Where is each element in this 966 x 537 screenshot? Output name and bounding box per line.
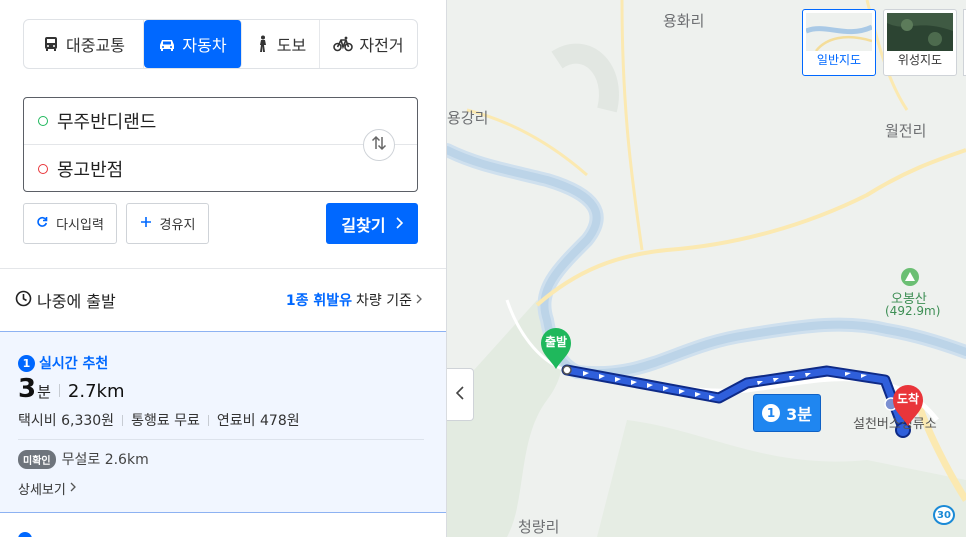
origin-marker-icon [38,116,48,126]
map-type-normal-button[interactable]: 일반지도 [802,9,876,76]
depart-later-button[interactable]: 나중에 출발 [15,288,116,312]
vehicle-type: 1종 휘발유 [285,293,353,309]
swap-button[interactable] [363,129,395,161]
collapse-panel-button[interactable] [447,368,474,421]
taxi-fare: 택시비 6,330원 [18,413,115,429]
map-label-woljeon: 월전리 [885,122,927,140]
unverified-badge: 미확인 [18,449,56,469]
recommend-label: 실시간 추천 [39,356,109,372]
divider [58,384,60,397]
search-route-button[interactable]: 길찾기 [326,203,418,244]
fuel-cost: 연료비 478원 [216,413,300,429]
route-rank-badge: 1 [762,404,781,422]
cost-summary: 택시비 6,330원 통행료 무료 연료비 478원 [18,410,300,430]
route-result-card[interactable]: 1 실시간 추천 3 분 2.7km 택시비 6,330원 통행료 무료 연료비… [0,331,446,513]
tab-public-transit[interactable]: 대중교통 [24,20,144,68]
map-label-obongsan-height: (492.9m) [885,304,941,318]
search-label: 길찾기 [341,215,386,235]
start-pin[interactable]: 출발 [539,326,573,370]
tab-label: 자전거 [359,36,404,55]
travel-time: 3 [18,374,37,404]
travel-summary: 3 분 2.7km [18,374,125,404]
vehicle-suffix: 차량 기준 [356,293,412,309]
divider [207,414,209,426]
tab-label: 대중교통 [66,36,125,55]
toll-fee: 통행료 무료 [131,413,200,429]
swap-arrows-icon [370,135,388,155]
road-info: 미확인 무설로 2.6km [18,449,149,469]
tab-label: 자동차 [182,36,227,55]
tab-walk[interactable]: 도보 [242,20,320,68]
map-canvas [447,0,966,537]
bicycle-icon [333,36,354,52]
detail-link[interactable]: 상세보기 [18,479,76,498]
tab-car[interactable]: 자동차 [144,20,242,68]
chevron-right-icon [70,481,76,496]
reset-button[interactable]: 다시입력 [23,203,117,244]
destination-marker-icon [38,163,48,174]
route-time-badge[interactable]: 1 3분 [753,394,821,432]
map-type-satellite-label: 위성지도 [897,53,943,67]
end-pin-label: 도착 [896,392,920,406]
chevron-right-icon [416,292,422,308]
rank-badge: 1 [18,354,35,372]
map-label-yonghwa: 용화리 [663,12,705,30]
travel-distance: 2.7km [67,381,125,402]
next-result-rank-badge [18,532,32,537]
divider [18,439,424,440]
destination-field[interactable]: 몽고반점 [24,145,417,192]
vehicle-setting-link[interactable]: 1종 휘발유 차량 기준 [286,290,422,310]
route-30-shield: 30 [933,505,955,525]
car-icon [158,35,176,53]
bus-icon [42,35,60,53]
divider [0,268,446,269]
detail-label: 상세보기 [18,483,66,498]
clock-icon [15,290,32,311]
map-label-cheongnyang: 청량리 [518,518,560,536]
map-label-yonggang: 용강리 [447,109,489,127]
normal-map-thumbnail-icon [806,13,872,51]
destination-text: 몽고반점 [57,159,124,181]
walk-icon [255,35,271,53]
chevron-right-icon [396,214,403,233]
directions-panel: 대중교통 자동차 도보 자전거 무주반디랜드 몽고반점 다시입력 경유지 길찾기… [0,0,447,537]
map-type-normal-label: 일반지도 [816,53,862,67]
transport-mode-tabs: 대중교통 자동차 도보 자전거 [23,19,418,69]
refresh-icon [36,216,48,232]
waypoint-label: 경유지 [159,218,196,233]
travel-time-unit: 분 [37,383,51,401]
satellite-map-thumbnail-icon [887,13,953,51]
recommend-tag: 1 실시간 추천 [18,353,108,373]
origin-text: 무주반디랜드 [57,112,157,133]
reset-label: 다시입력 [56,218,104,233]
route-input-box: 무주반디랜드 몽고반점 [23,97,418,192]
depart-later-label: 나중에 출발 [37,292,116,311]
add-waypoint-button[interactable]: 경유지 [126,203,209,244]
origin-field[interactable]: 무주반디랜드 [24,98,417,145]
chevron-left-icon [455,385,464,404]
map-view[interactable]: 용화리 용강리 월전리 오봉산 (492.9m) 설천버스정류소 청량리 일반지… [447,0,966,537]
end-pin[interactable]: 도착 [891,383,925,427]
divider [122,414,124,426]
map-type-satellite-button[interactable]: 위성지도 [883,9,957,76]
plus-icon [140,216,152,232]
start-pin-label: 출발 [544,335,568,349]
route-time-label: 3분 [786,405,812,424]
road-name: 무설로 2.6km [61,452,149,468]
tab-bicycle[interactable]: 자전거 [320,20,417,68]
tab-label: 도보 [276,36,307,55]
